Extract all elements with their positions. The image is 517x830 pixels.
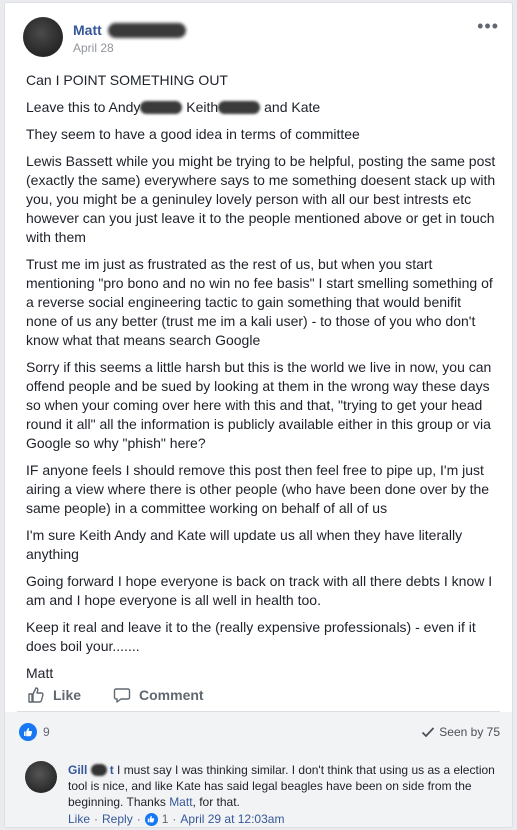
author-row: Matt (73, 20, 186, 40)
comment-reaction-count[interactable]: 1 (162, 812, 169, 826)
comment-label: Comment (139, 687, 204, 703)
text-fragment: Keith (182, 99, 219, 115)
avatar[interactable] (25, 761, 57, 793)
post-paragraph: Sorry if this seems a little harsh but t… (26, 359, 492, 451)
redacted-surname (90, 764, 107, 776)
reaction-stats: 9 Seen by 75 (5, 712, 512, 752)
post-paragraph: Going forward I hope everyone is back on… (26, 573, 493, 608)
post-paragraph: I'm sure Keith Andy and Kate will update… (26, 527, 463, 562)
like-count-value: 9 (43, 725, 50, 739)
text-fragment: Leave this to Andy (26, 99, 141, 115)
text-fragment: and Kate (260, 99, 321, 115)
like-reaction-icon[interactable] (144, 812, 158, 826)
comment-timestamp[interactable]: April 29 at 12:03am (180, 812, 284, 826)
post-paragraph: Keep it real and leave it to the (really… (26, 619, 476, 654)
comment-body: , for that. (192, 795, 240, 809)
post-paragraph: They seem to have a good idea in terms o… (26, 126, 360, 142)
post-body: Can I POINT SOMETHING OUT Leave this to … (26, 71, 496, 691)
post-paragraph: Lewis Bassett while you might be trying … (26, 153, 496, 245)
post-paragraph: Can I POINT SOMETHING OUT (26, 72, 228, 88)
like-label: Like (53, 687, 82, 703)
like-count[interactable]: 9 (19, 723, 50, 741)
comment-mention[interactable]: Matt (169, 795, 192, 809)
redacted-surname (107, 22, 186, 38)
author-name[interactable]: Matt (73, 22, 102, 38)
redacted-name (218, 101, 261, 114)
post-header: Matt April 28 ••• (23, 17, 503, 63)
redacted-name (140, 101, 183, 114)
comment-meta: Like · Reply · 1 · April 29 at 12:03am (68, 812, 284, 826)
like-button[interactable]: Like (17, 686, 81, 704)
post-paragraph: Leave this to Andy Keith and Kate (26, 98, 496, 117)
separator: · (172, 812, 177, 826)
checkmark-icon (422, 727, 435, 738)
seen-by-label: Seen by 75 (439, 725, 500, 739)
seen-by[interactable]: Seen by 75 (421, 725, 500, 739)
post-paragraph: Trust me im just as frustrated as the re… (26, 256, 493, 348)
comment-button[interactable]: Comment (103, 686, 204, 704)
post-paragraph: IF anyone feels I should remove this pos… (26, 462, 490, 516)
separator: · (94, 812, 99, 826)
post-date[interactable]: April 28 (73, 41, 114, 55)
like-reaction-icon (19, 723, 37, 741)
comment-like-link[interactable]: Like (68, 812, 90, 826)
post-actions: Like Comment (17, 678, 502, 712)
comment-body: I must say I was thinking similar. I don… (68, 763, 495, 809)
comment-text: Gill t I must say I was thinking similar… (68, 762, 498, 810)
avatar[interactable] (23, 17, 63, 57)
comments-section: Gill t I must say I was thinking similar… (5, 752, 512, 827)
more-horizontal-icon[interactable]: ••• (477, 17, 499, 35)
separator: · (136, 812, 141, 826)
post-card: Matt April 28 ••• Can I POINT SOMETHING … (4, 2, 513, 828)
comment-reply-link[interactable]: Reply (102, 812, 133, 826)
comment-author[interactable]: Gill (68, 763, 87, 777)
thumbs-up-icon (28, 687, 44, 703)
comment-icon (113, 688, 131, 703)
